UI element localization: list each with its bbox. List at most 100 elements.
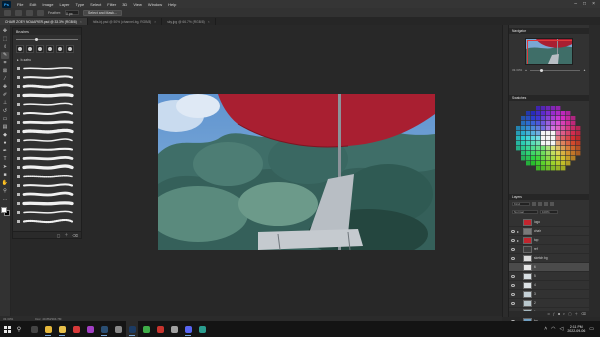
swatch-cell[interactable] [531, 161, 536, 166]
swatch-cell[interactable] [526, 111, 531, 116]
swatch-cell[interactable] [536, 141, 541, 146]
swatch-cell[interactable] [551, 141, 556, 146]
swatch-cell[interactable] [546, 121, 551, 126]
swatch-cell[interactable] [531, 151, 536, 156]
swatch-cell[interactable] [531, 156, 536, 161]
brush-item[interactable] [17, 100, 77, 109]
swatch-cell[interactable] [566, 151, 571, 156]
quick-select-icon[interactable]: ✎ [1, 52, 9, 59]
volume-icon[interactable]: ◁ [560, 326, 564, 332]
swatch-cell[interactable] [521, 156, 526, 161]
swatch-cell[interactable] [546, 136, 551, 141]
brush-preset[interactable] [26, 45, 34, 53]
swatch-cell[interactable] [536, 126, 541, 131]
swatch-cell[interactable] [576, 136, 581, 141]
feather-input[interactable]: 0 px [65, 10, 80, 16]
brush-item[interactable] [17, 73, 77, 82]
swatch-cell[interactable] [551, 111, 556, 116]
menu-help[interactable]: Help [165, 2, 179, 7]
swatch-cell[interactable] [536, 151, 541, 156]
swatch-cell[interactable] [556, 121, 561, 126]
swatch-cell[interactable] [541, 146, 546, 151]
swatch-cell[interactable] [556, 106, 561, 111]
layer-row[interactable]: sketch bg [509, 254, 589, 263]
swatch-cell[interactable] [556, 161, 561, 166]
swatch-cell[interactable] [571, 141, 576, 146]
swatch-cell[interactable] [566, 116, 571, 121]
color-swatches[interactable] [0, 207, 10, 216]
menu-file[interactable]: File [14, 2, 26, 7]
select-and-mask-button[interactable]: Select and Mask... [83, 9, 122, 16]
swatch-cell[interactable] [561, 146, 566, 151]
swatch-cell[interactable] [556, 126, 561, 131]
minimize-icon[interactable]: – [574, 1, 577, 7]
swatch-cell[interactable] [561, 151, 566, 156]
swatch-cell[interactable] [516, 146, 521, 151]
swatch-cell[interactable] [536, 121, 541, 126]
visibility-eye-icon[interactable] [511, 247, 515, 251]
swatch-cell[interactable] [571, 121, 576, 126]
path-select-icon[interactable]: ➤ [1, 164, 9, 171]
swatch-cell[interactable] [521, 126, 526, 131]
swatch-cell[interactable] [516, 126, 521, 131]
visibility-eye-icon[interactable] [511, 301, 515, 305]
stamp-icon[interactable]: ⊥ [1, 100, 9, 107]
swatch-cell[interactable] [556, 111, 561, 116]
mask-icon[interactable]: ◙ [558, 312, 560, 316]
swatch-cell[interactable] [536, 136, 541, 141]
dodge-icon[interactable]: ● [1, 140, 9, 147]
brush-item[interactable] [17, 199, 77, 208]
filter-pixel-icon[interactable] [532, 202, 536, 206]
zoom-icon[interactable]: ⚲ [1, 188, 9, 195]
search-icon[interactable]: ⚲ [14, 321, 24, 337]
brush-item[interactable] [17, 145, 77, 154]
dock-scrollbar[interactable] [589, 25, 600, 317]
folder-icon[interactable]: ▸ [517, 229, 521, 234]
brush-item[interactable] [17, 217, 77, 226]
swatch-cell[interactable] [551, 166, 556, 171]
blur-icon[interactable]: ◆ [1, 132, 9, 139]
swatch-cell[interactable] [536, 161, 541, 166]
swatch-cell[interactable] [531, 136, 536, 141]
swatch-cell[interactable] [561, 121, 566, 126]
brush-item[interactable] [17, 91, 77, 100]
menu-image[interactable]: Image [39, 2, 56, 7]
brush-item[interactable] [17, 136, 77, 145]
swatch-cell[interactable] [551, 161, 556, 166]
swatch-cell[interactable] [576, 141, 581, 146]
swatch-cell[interactable] [551, 121, 556, 126]
swatch-cell[interactable] [561, 126, 566, 131]
link-icon[interactable]: ∞ [548, 312, 551, 316]
swatch-cell[interactable] [566, 161, 571, 166]
swatch-cell[interactable] [561, 131, 566, 136]
menu-3d[interactable]: 3D [119, 2, 130, 7]
swatch-cell[interactable] [536, 111, 541, 116]
swatch-cell[interactable] [536, 156, 541, 161]
filter-shape-icon[interactable] [550, 202, 554, 206]
swatch-cell[interactable] [561, 156, 566, 161]
swatch-cell[interactable] [541, 126, 546, 131]
tab-hills[interactable]: hills-bj.psd @ 50% (channel-bg, RGB/8) × [88, 18, 163, 25]
brush-item[interactable] [17, 82, 77, 91]
new-selection-icon[interactable] [15, 9, 22, 16]
swatch-cell[interactable] [541, 136, 546, 141]
swatch-cell[interactable] [526, 121, 531, 126]
swatch-cell[interactable] [556, 146, 561, 151]
discord-icon[interactable] [182, 321, 194, 337]
swatch-cell[interactable] [566, 156, 571, 161]
swatch-cell[interactable] [521, 146, 526, 151]
tab-chair[interactable]: CHAIR ZOEY NOAAPIER.psd @ 33.3% (RGB/8) × [0, 18, 88, 25]
swatch-cell[interactable] [521, 131, 526, 136]
photoshop-icon[interactable] [126, 321, 138, 337]
hand-icon[interactable]: ✋ [1, 180, 9, 187]
swatch-cell[interactable] [556, 166, 561, 171]
swatch-cell[interactable] [546, 131, 551, 136]
new-group-icon[interactable]: ▢ [568, 312, 571, 316]
swatch-cell[interactable] [546, 106, 551, 111]
swatch-cell[interactable] [541, 161, 546, 166]
brush-item[interactable] [17, 172, 77, 181]
canvas-area[interactable] [84, 25, 502, 317]
swatch-cell[interactable] [541, 106, 546, 111]
swatch-cell[interactable] [556, 116, 561, 121]
swatch-cell[interactable] [546, 126, 551, 131]
